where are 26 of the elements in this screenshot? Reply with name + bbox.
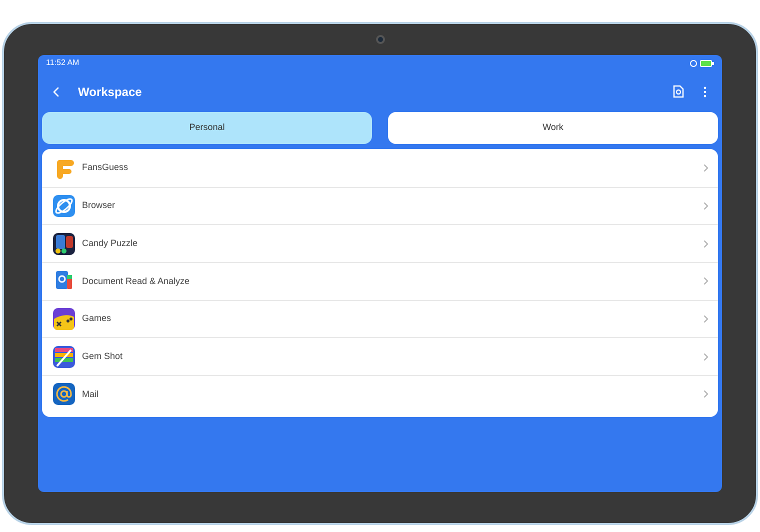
tab[interactable]: Work [388,112,718,144]
app-row[interactable]: Browser [42,186,718,224]
puzzle-game-icon [52,232,76,256]
gamepad-icon [52,307,76,332]
app-name: Mail [82,388,99,401]
tab[interactable]: Personal [42,112,372,144]
battery-icon [700,60,714,66]
page-title: Workspace [78,84,142,100]
status-time: 11:52 AM [46,57,80,69]
app-name: FansGuess [82,161,128,174]
app-name: Browser [82,199,116,212]
app-name: Document Read & Analyze [82,274,190,288]
app-row[interactable]: FansGuess [42,149,718,187]
app-name: Games [82,312,112,326]
app-row[interactable]: Gem Shot [42,337,718,376]
app-name: Candy Puzzle [82,236,138,250]
document-search-icon[interactable] [673,85,684,98]
app-row[interactable]: Document Read & Analyze [42,262,718,300]
bricks-icon [52,344,76,369]
app-row[interactable]: Candy Puzzle [42,224,718,262]
camera-icon [376,35,384,44]
app-name: Gem Shot [82,350,123,364]
planet-icon [52,194,76,218]
app-row[interactable]: Mail [42,375,718,413]
at-sign-icon [52,382,76,406]
app-row[interactable]: Games [42,300,718,338]
